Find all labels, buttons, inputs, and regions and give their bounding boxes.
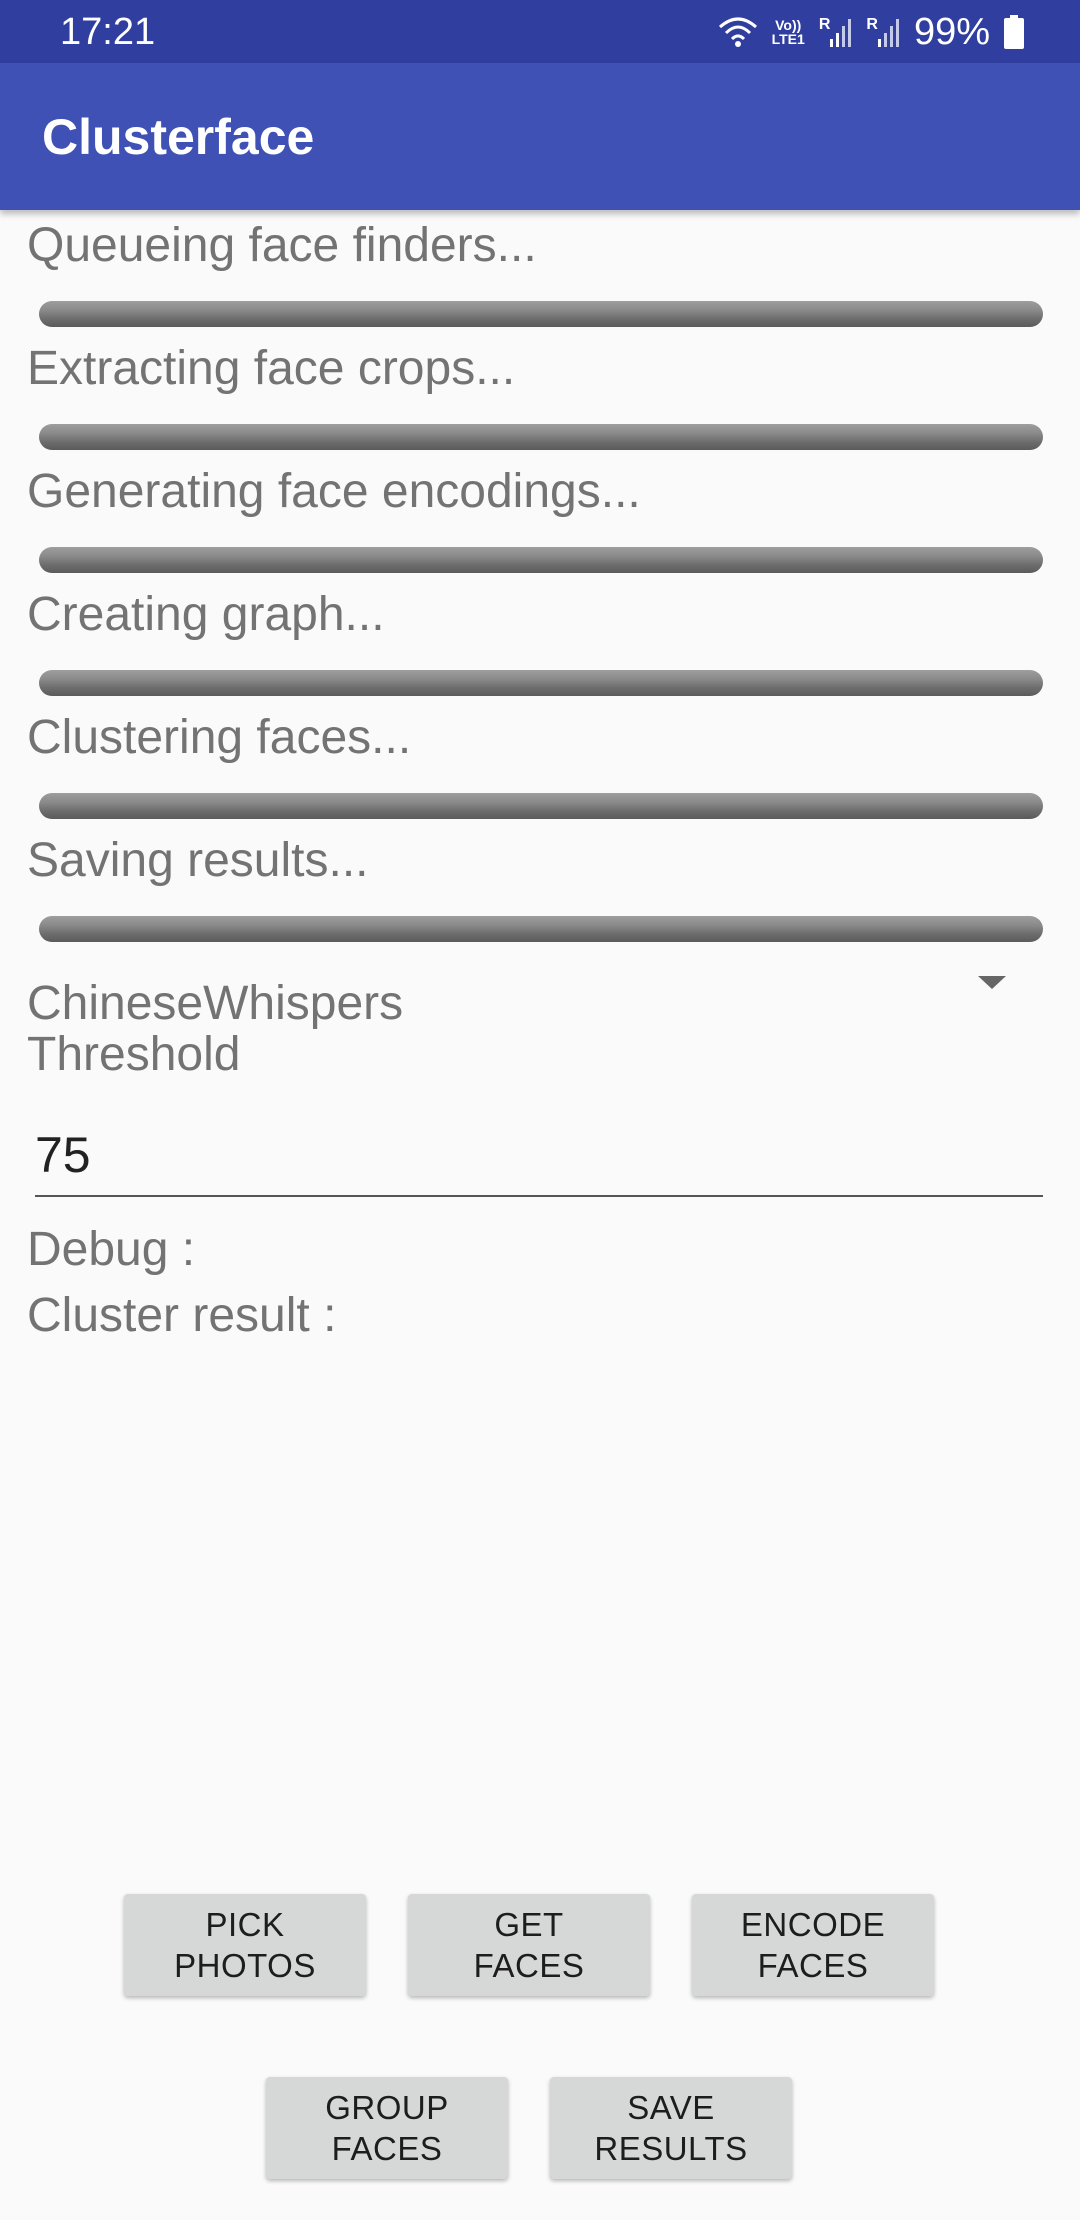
step-label: Saving results...: [27, 834, 369, 887]
app-bar: Clusterface: [0, 63, 1080, 210]
button-label-line-2: FACES: [473, 1947, 585, 1984]
step-saving-results: Saving results...: [27, 833, 1047, 942]
step-label: Extracting face crops...: [27, 342, 516, 395]
step-label: Creating graph...: [27, 588, 385, 641]
progress-bar: [39, 547, 1043, 573]
step-generating-face-encodings: Generating face encodings...: [27, 464, 1047, 573]
progress-bar: [39, 793, 1043, 819]
button-label-line-1: GROUP: [325, 2089, 449, 2126]
progress-bar: [39, 916, 1043, 942]
step-clustering-faces: Clustering faces...: [27, 710, 1047, 819]
battery-icon: [1004, 15, 1024, 49]
step-extracting-face-crops: Extracting face crops...: [27, 341, 1047, 450]
button-label-line-2: PHOTOS: [174, 1947, 316, 1984]
progress-bar: [39, 301, 1043, 327]
button-label-line-1: ENCODE: [740, 1906, 886, 1943]
save-results-button[interactable]: SAVE RESULTS: [550, 2077, 792, 2179]
wifi-icon: [718, 15, 758, 49]
step-label: Generating face encodings...: [27, 465, 641, 518]
button-label-line-1: SAVE: [627, 2089, 715, 2126]
pick-photos-button[interactable]: PICK PHOTOS: [124, 1894, 366, 1996]
button-label-line-2: RESULTS: [594, 2130, 748, 2167]
get-faces-button[interactable]: GET FACES: [408, 1894, 650, 1996]
threshold-input[interactable]: [35, 1115, 1043, 1197]
app-title: Clusterface: [42, 109, 315, 165]
progress-bar: [39, 424, 1043, 450]
step-queueing-face-finders: Queueing face finders...: [27, 218, 1047, 327]
status-time: 17:21: [60, 11, 156, 53]
encode-faces-button[interactable]: ENCODE FACES: [692, 1894, 934, 1996]
volte-label: Vo)): [775, 17, 802, 33]
button-label-line-2: FACES: [757, 1947, 869, 1984]
threshold-label: Threshold: [27, 1028, 241, 1081]
button-label-line-2: FACES: [331, 2130, 443, 2167]
lte-label: LTE1: [771, 31, 805, 47]
step-creating-graph: Creating graph...: [27, 587, 1047, 696]
status-icons: Vo)) LTE1 R R 99%: [718, 12, 1024, 52]
progress-bar: [39, 670, 1043, 696]
signal-icon: R: [819, 17, 853, 47]
button-label-line-1: GET: [494, 1906, 564, 1943]
signal-icon-2: R: [866, 17, 900, 47]
step-label: Queueing face finders...: [27, 219, 537, 272]
battery-percent: 99%: [913, 11, 990, 53]
group-faces-button[interactable]: GROUP FACES: [266, 2077, 508, 2179]
debug-label: Debug :: [27, 1223, 196, 1276]
volte-lte-indicator: Vo)) LTE1: [772, 18, 805, 46]
button-label-line-1: PICK: [205, 1906, 285, 1943]
dropdown-arrow-icon: [978, 976, 1006, 989]
cluster-result-label: Cluster result :: [27, 1289, 337, 1342]
roaming-label-1: R: [818, 16, 831, 33]
step-label: Clustering faces...: [27, 711, 412, 764]
roaming-label-2: R: [866, 16, 878, 33]
status-bar: 17:21 Vo)) LTE1 R R 99%: [0, 0, 1080, 63]
